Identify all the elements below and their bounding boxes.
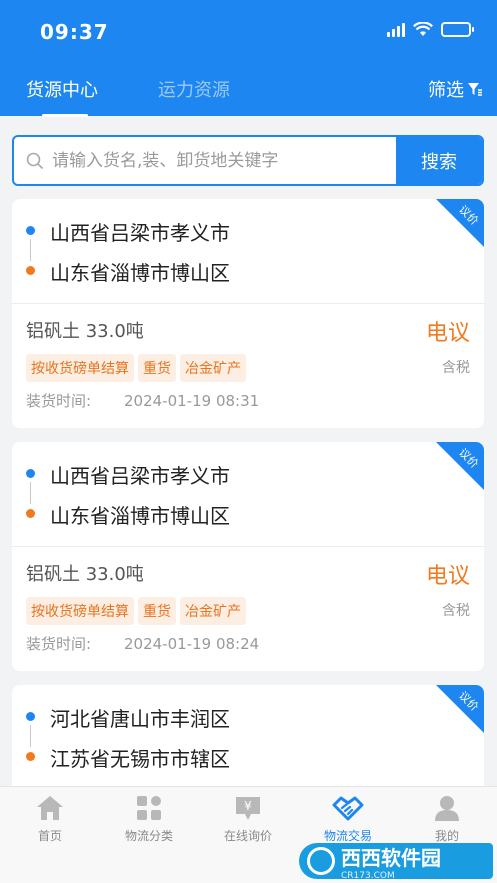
- tag-list: 按收货磅单结算 重货 冶金矿产: [26, 597, 246, 625]
- price: 电议: [425, 321, 470, 346]
- cellular-signal-icon: [387, 22, 405, 37]
- tag-heavy-cargo: 重货: [138, 354, 176, 382]
- system-icons: [387, 22, 474, 37]
- route: 河北省唐山市丰润区 江苏省无锡市市辖区: [12, 685, 484, 790]
- app-header: 09:37 货源中心 运力资源 筛选: [0, 0, 497, 117]
- tag-category: 冶金矿产: [180, 597, 246, 625]
- watermark-logo: 西西软件园 CR173.COM: [299, 843, 493, 881]
- tag-list: 按收货磅单结算 重货 冶金矿产: [26, 354, 246, 382]
- category-grid-icon: [137, 796, 161, 820]
- route-line: [30, 725, 31, 747]
- tax-label: 含税: [442, 360, 470, 376]
- tag-category: 冶金矿产: [180, 354, 246, 382]
- tabbar-item-trade[interactable]: 物流交易: [298, 795, 398, 844]
- tabbar-label: 物流分类: [124, 829, 173, 843]
- top-tabs: 货源中心 运力资源 筛选: [0, 62, 497, 117]
- watermark-logo-icon: [307, 847, 335, 875]
- destination-address: 江苏省无锡市市辖区: [50, 747, 230, 771]
- battery-icon: [441, 22, 474, 37]
- search-field: [14, 137, 396, 184]
- search-button[interactable]: 搜索: [396, 137, 482, 184]
- cargo-card[interactable]: 议价 山西省吕梁市孝义市 山东省淄博市博山区 铝矾土 33.0吨 电议 按收货磅…: [12, 199, 484, 428]
- tabbar-item-inquiry[interactable]: ¥ 在线询价: [198, 795, 298, 844]
- wifi-icon: [413, 22, 433, 36]
- load-time-value: 2024-01-19 08:31: [124, 392, 260, 410]
- load-time: 装货时间: 2024-01-19 08:24: [26, 633, 259, 654]
- destination-dot-icon: [26, 266, 35, 275]
- origin-dot-icon: [26, 469, 35, 478]
- price: 电议: [425, 564, 470, 589]
- tabbar-label: 首页: [37, 829, 62, 843]
- tabbar-item-category[interactable]: 物流分类: [99, 795, 199, 844]
- load-time-label: 装货时间:: [26, 392, 92, 410]
- svg-text:¥: ¥: [244, 799, 252, 813]
- route-line: [30, 482, 31, 504]
- search-input[interactable]: [52, 150, 382, 171]
- origin-address: 山西省吕梁市孝义市: [50, 464, 230, 488]
- cargo-card[interactable]: 议价 山西省吕梁市孝义市 山东省淄博市博山区 铝矾土 33.0吨 电议 按收货磅…: [12, 442, 484, 671]
- origin-dot-icon: [26, 712, 35, 721]
- route-line: [30, 239, 31, 261]
- destination-dot-icon: [26, 509, 35, 518]
- tab-cargo-center[interactable]: 货源中心: [26, 76, 98, 117]
- filter-button[interactable]: 筛选: [428, 76, 483, 102]
- tag-settlement: 按收货磅单结算: [26, 597, 134, 625]
- goods-info: 铝矾土 33.0吨: [26, 564, 144, 585]
- tab-capacity-resources[interactable]: 运力资源: [158, 76, 230, 102]
- user-icon: [435, 796, 459, 821]
- search-bar: 搜索: [12, 135, 484, 186]
- tag-heavy-cargo: 重货: [138, 597, 176, 625]
- tabbar-label: 在线询价: [223, 829, 272, 843]
- tabbar-item-mine[interactable]: 我的: [397, 795, 497, 844]
- tag-settlement: 按收货磅单结算: [26, 354, 134, 382]
- destination-address: 山东省淄博市博山区: [50, 261, 230, 285]
- route: 山西省吕梁市孝义市 山东省淄博市博山区: [12, 442, 484, 547]
- status-bar: 09:37: [0, 0, 497, 62]
- goods-info: 铝矾土 33.0吨: [26, 321, 144, 342]
- home-icon: [37, 796, 63, 820]
- filter-label: 筛选: [428, 80, 464, 101]
- watermark-subtitle: CR173.COM: [341, 870, 395, 881]
- status-time: 09:37: [40, 20, 109, 44]
- origin-address: 河北省唐山市丰润区: [50, 707, 230, 731]
- price-inquiry-icon: ¥: [236, 797, 260, 820]
- route: 山西省吕梁市孝义市 山东省淄博市博山区: [12, 199, 484, 304]
- destination-address: 山东省淄博市博山区: [50, 504, 230, 528]
- tax-label: 含税: [442, 603, 470, 619]
- tabbar-item-home[interactable]: 首页: [0, 795, 100, 844]
- search-icon: [26, 152, 44, 169]
- destination-dot-icon: [26, 752, 35, 761]
- load-time-value: 2024-01-19 08:24: [124, 635, 260, 653]
- origin-address: 山西省吕梁市孝义市: [50, 221, 230, 245]
- filter-icon: [468, 83, 482, 96]
- load-time-label: 装货时间:: [26, 635, 92, 653]
- origin-dot-icon: [26, 226, 35, 235]
- load-time: 装货时间: 2024-01-19 08:31: [26, 390, 259, 411]
- watermark-title: 西西软件园: [341, 845, 441, 870]
- handshake-icon: [332, 796, 364, 821]
